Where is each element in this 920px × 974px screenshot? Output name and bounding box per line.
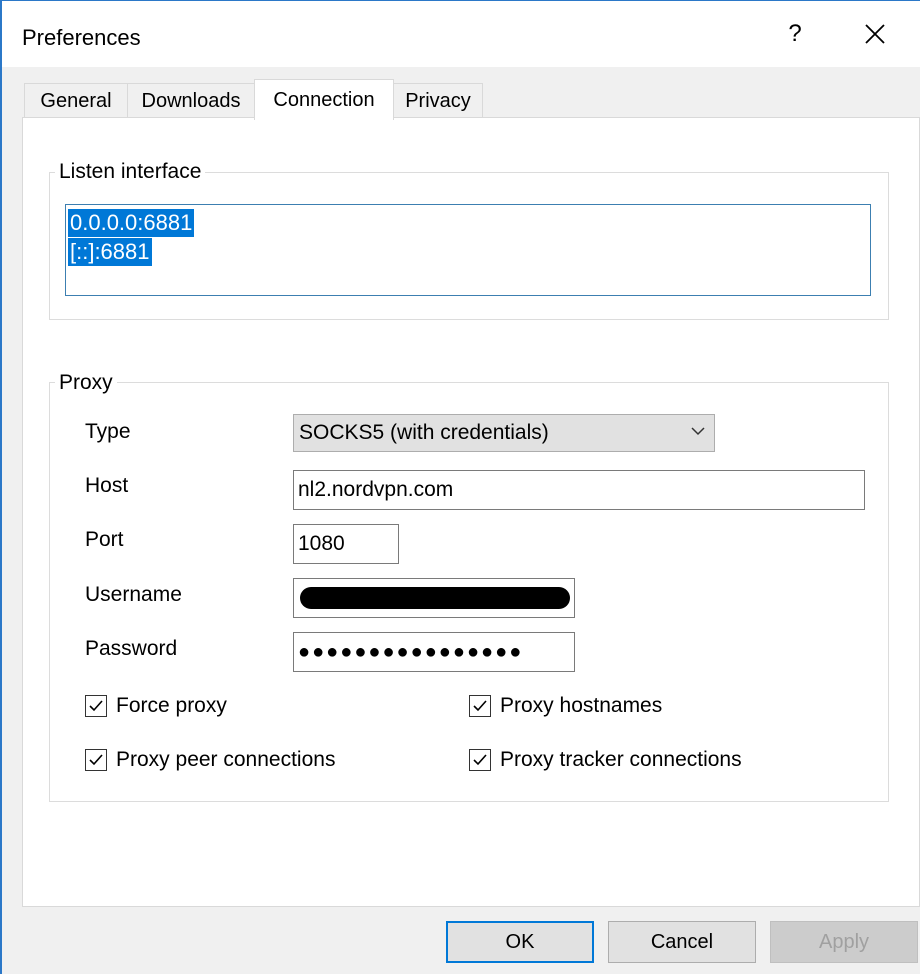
port-label: Port xyxy=(85,528,124,551)
cancel-button[interactable]: Cancel xyxy=(608,921,756,963)
chevron-down-icon xyxy=(691,427,705,436)
proxy-type-value: SOCKS5 (with credentials) xyxy=(299,421,549,444)
window-title: Preferences xyxy=(22,25,141,50)
list-item[interactable]: [::]:6881 xyxy=(68,238,152,266)
proxy-hostnames-checkbox[interactable]: Proxy hostnames xyxy=(469,694,662,718)
username-field[interactable] xyxy=(293,578,575,618)
checkbox-box[interactable] xyxy=(85,749,107,771)
proxy-tracker-label: Proxy tracker connections xyxy=(500,748,742,771)
username-label: Username xyxy=(85,583,182,606)
proxy-peer-label: Proxy peer connections xyxy=(116,748,336,771)
connection-tab-panel: Listen interface 0.0.0.0:6881 [::]:6881 … xyxy=(22,117,920,907)
checkbox-box[interactable] xyxy=(469,695,491,717)
port-field[interactable]: 1080 xyxy=(293,524,399,564)
redaction-mark xyxy=(300,587,570,609)
host-label: Host xyxy=(85,474,129,497)
tab-downloads[interactable]: Downloads xyxy=(127,83,255,119)
apply-button[interactable]: Apply xyxy=(770,921,918,963)
host-field[interactable]: nl2.nordvpn.com xyxy=(293,470,865,510)
proxy-type-select[interactable]: SOCKS5 (with credentials) xyxy=(293,414,715,452)
tab-connection[interactable]: Connection xyxy=(254,79,394,120)
tab-general[interactable]: General xyxy=(24,83,128,119)
password-label: Password xyxy=(85,637,178,660)
proxy-tracker-connections-checkbox[interactable]: Proxy tracker connections xyxy=(469,748,742,772)
type-label: Type xyxy=(85,420,131,443)
password-field[interactable]: ●●●●●●●●●●●●●●●● xyxy=(293,632,575,672)
checkbox-box[interactable] xyxy=(469,749,491,771)
help-button[interactable]: ? xyxy=(762,1,828,67)
preferences-window: Preferences ? General Downloads Connecti… xyxy=(0,0,920,974)
checkmark-icon xyxy=(89,700,103,712)
proxy-title: Proxy xyxy=(55,371,117,395)
checkmark-icon xyxy=(473,700,487,712)
close-button[interactable] xyxy=(850,9,900,59)
close-icon xyxy=(865,24,885,44)
list-item[interactable]: 0.0.0.0:6881 xyxy=(68,209,195,237)
checkbox-box[interactable] xyxy=(85,695,107,717)
force-proxy-label: Force proxy xyxy=(116,694,227,717)
tab-privacy[interactable]: Privacy xyxy=(393,83,483,119)
proxy-peer-connections-checkbox[interactable]: Proxy peer connections xyxy=(85,748,335,772)
checkmark-icon xyxy=(89,754,103,766)
listen-interface-list[interactable]: 0.0.0.0:6881 [::]:6881 xyxy=(65,204,871,296)
force-proxy-checkbox[interactable]: Force proxy xyxy=(85,694,227,718)
checkmark-icon xyxy=(473,754,487,766)
title-bar: Preferences ? xyxy=(2,1,920,67)
ok-button[interactable]: OK xyxy=(446,921,594,963)
listen-interface-title: Listen interface xyxy=(55,160,206,184)
proxy-hostnames-label: Proxy hostnames xyxy=(500,694,663,717)
